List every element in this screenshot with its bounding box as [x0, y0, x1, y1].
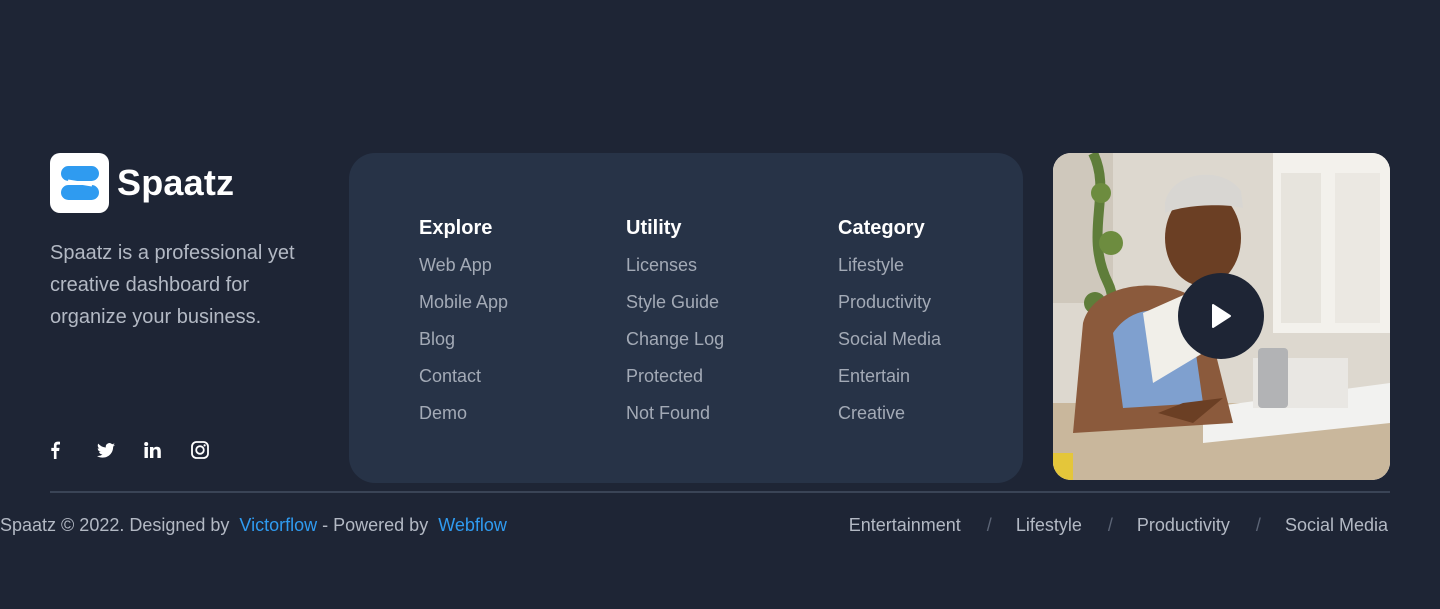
facebook-icon — [51, 441, 60, 459]
utility-link-change-log[interactable]: Change Log — [626, 321, 724, 358]
play-button[interactable] — [1178, 273, 1264, 359]
bottom-nav-separator: / — [1255, 515, 1261, 535]
utility-title: Utility — [626, 217, 682, 239]
utility-column: Utility Licenses Style Guide Change Log … — [626, 213, 724, 432]
video-card[interactable] — [1053, 153, 1390, 480]
play-icon — [1212, 304, 1231, 328]
twitter-icon — [97, 442, 115, 458]
spaatz-logo-icon — [50, 153, 109, 213]
bottom-nav-lifestyle[interactable]: Lifestyle — [1016, 513, 1082, 537]
explore-title: Explore — [419, 217, 493, 239]
utility-link-licenses[interactable]: Licenses — [626, 247, 724, 284]
brand-column: Spaatz Spaatz is a professional yet crea… — [50, 153, 320, 333]
utility-link-not-found[interactable]: Not Found — [626, 395, 724, 432]
bottom-nav-separator: / — [986, 515, 992, 535]
copyright-text: Spaatz © 2022. Designed by Victorflow - P… — [0, 513, 507, 537]
bottom-nav-productivity[interactable]: Productivity — [1137, 513, 1230, 537]
footer-links-panel: Explore Web App Mobile App Blog Contact … — [349, 153, 1023, 483]
utility-link-protected[interactable]: Protected — [626, 358, 724, 395]
site-footer: Spaatz Spaatz is a professional yet crea… — [0, 0, 1440, 609]
bottom-nav-separator: / — [1107, 515, 1113, 535]
copyright-middle: - Powered by — [322, 515, 429, 535]
linkedin-icon — [144, 442, 161, 458]
brand-logo[interactable]: Spaatz — [50, 153, 320, 213]
bottom-category-nav: Entertainment / Lifestyle / Productivity… — [849, 513, 1388, 537]
brand-description: Spaatz is a professional yet creative da… — [50, 242, 295, 328]
instagram-icon — [191, 441, 209, 459]
designer-link[interactable]: Victorflow — [239, 515, 317, 535]
twitter-link[interactable] — [97, 440, 144, 460]
brand-name: Spaatz — [117, 162, 235, 203]
category-link-productivity[interactable]: Productivity — [838, 284, 941, 321]
category-link-creative[interactable]: Creative — [838, 395, 941, 432]
platform-link[interactable]: Webflow — [438, 515, 507, 535]
copyright-prefix: Spaatz © 2022. Designed by — [0, 515, 230, 535]
utility-link-style-guide[interactable]: Style Guide — [626, 284, 724, 321]
social-links — [50, 440, 238, 460]
bottom-nav-entertainment[interactable]: Entertainment — [849, 513, 961, 537]
linkedin-link[interactable] — [144, 440, 191, 460]
facebook-link[interactable] — [50, 440, 97, 460]
instagram-link[interactable] — [191, 440, 238, 460]
category-link-lifestyle[interactable]: Lifestyle — [838, 247, 941, 284]
category-column: Category Lifestyle Productivity Social M… — [838, 213, 941, 432]
explore-link-demo[interactable]: Demo — [419, 395, 508, 432]
explore-link-blog[interactable]: Blog — [419, 321, 508, 358]
category-title: Category — [838, 217, 925, 239]
bottom-nav-social-media[interactable]: Social Media — [1285, 513, 1388, 537]
category-link-social-media[interactable]: Social Media — [838, 321, 941, 358]
footer-divider — [50, 491, 1390, 493]
explore-link-contact[interactable]: Contact — [419, 358, 508, 395]
explore-column: Explore Web App Mobile App Blog Contact … — [419, 213, 508, 432]
explore-link-mobile-app[interactable]: Mobile App — [419, 284, 508, 321]
explore-link-web-app[interactable]: Web App — [419, 247, 508, 284]
category-link-entertain[interactable]: Entertain — [838, 358, 941, 395]
